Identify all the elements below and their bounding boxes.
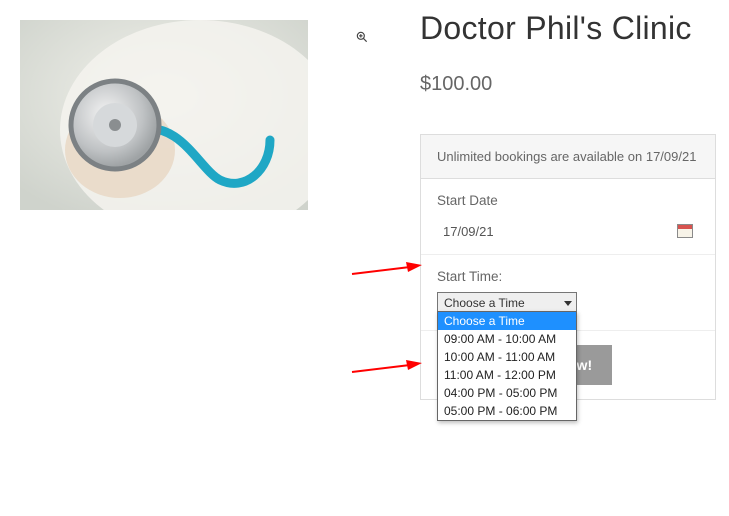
calendar-icon[interactable] xyxy=(677,224,693,238)
annotation-arrow-date xyxy=(352,262,422,278)
time-option[interactable]: 10:00 AM - 11:00 AM xyxy=(438,348,576,366)
time-option[interactable]: Choose a Time xyxy=(438,312,576,330)
zoom-button[interactable] xyxy=(348,24,376,52)
product-image xyxy=(20,20,308,210)
time-option[interactable]: 04:00 PM - 05:00 PM xyxy=(438,384,576,402)
product-title: Doctor Phil's Clinic xyxy=(420,10,716,47)
product-price: $100.00 xyxy=(420,73,716,96)
booking-form: Unlimited bookings are available on 17/0… xyxy=(420,134,716,400)
availability-message: Unlimited bookings are available on 17/0… xyxy=(421,135,715,179)
start-time-selected: Choose a Time xyxy=(444,296,525,310)
time-option[interactable]: 05:00 PM - 06:00 PM xyxy=(438,402,576,420)
start-time-field: Start Time: Choose a Time Choose a Time0… xyxy=(421,255,715,331)
start-date-label: Start Date xyxy=(437,193,699,208)
magnifier-plus-icon xyxy=(355,30,369,47)
annotation-arrow-time xyxy=(352,360,422,376)
start-time-label: Start Time: xyxy=(437,269,699,284)
time-option[interactable]: 09:00 AM - 10:00 AM xyxy=(438,330,576,348)
start-date-input[interactable]: 17/09/21 xyxy=(437,216,699,246)
chevron-down-icon xyxy=(564,301,572,306)
start-date-value: 17/09/21 xyxy=(443,224,494,239)
start-date-field: Start Date 17/09/21 xyxy=(421,179,715,255)
start-time-dropdown[interactable]: Choose a Time09:00 AM - 10:00 AM10:00 AM… xyxy=(437,311,577,421)
time-option[interactable]: 11:00 AM - 12:00 PM xyxy=(438,366,576,384)
